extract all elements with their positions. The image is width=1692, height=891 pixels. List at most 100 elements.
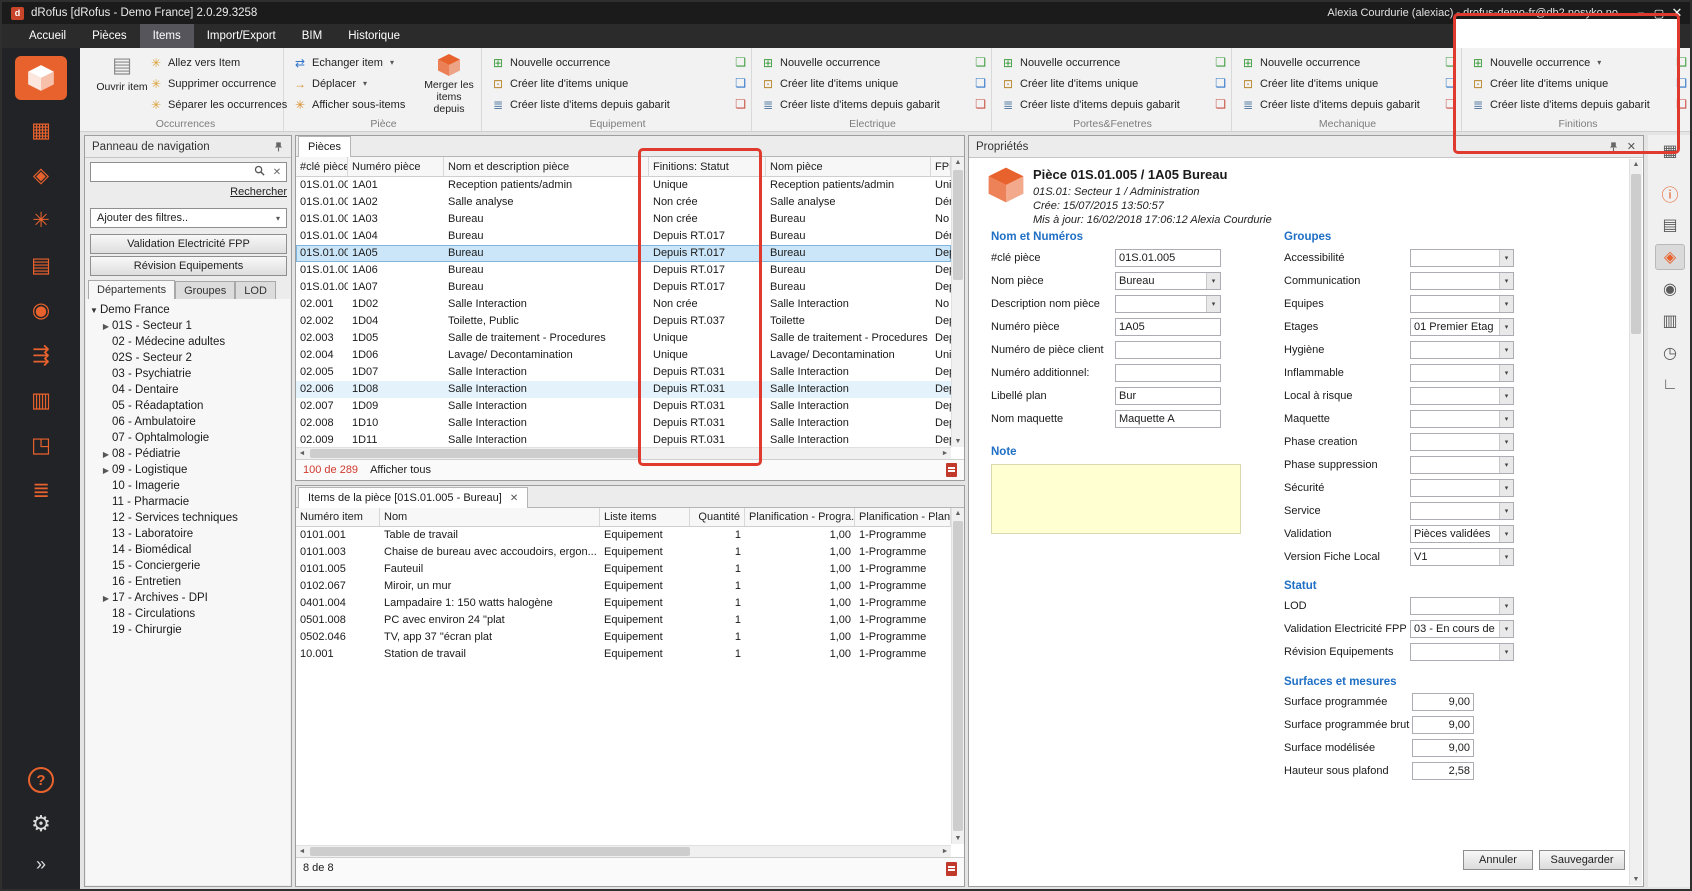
layers-icon[interactable]: ▤ <box>1655 212 1685 238</box>
info-icon[interactable]: ⓘ <box>1655 180 1685 206</box>
table-row[interactable]: 0101.001 Table de travail Equipement 1 1… <box>296 527 951 544</box>
mini-create-unique-icon[interactable]: ❏ <box>1215 74 1226 93</box>
surface-input[interactable]: 9,00 <box>1412 739 1474 757</box>
chevron-down-icon[interactable]: ▾ <box>1499 549 1513 565</box>
tree-item[interactable]: ▶ 10 - Imagerie <box>86 478 290 494</box>
mini-new-occurrence-icon[interactable]: ❏ <box>1445 53 1456 72</box>
table-row[interactable]: 02.003 1D05 Salle de traitement - Proced… <box>296 330 951 347</box>
ribbon-command[interactable]: ⊞ Nouvelle occurrence ▾ <box>761 52 940 73</box>
mini-create-template-icon[interactable]: ❏ <box>1676 95 1687 114</box>
chevron-down-icon[interactable]: ▾ <box>1499 411 1513 427</box>
show-all-link[interactable]: Afficher tous <box>370 464 431 476</box>
mini-create-template-icon[interactable]: ❏ <box>1445 95 1456 114</box>
pin-icon[interactable] <box>273 141 284 153</box>
field-input[interactable]: ▾ <box>1115 341 1221 359</box>
sidebar-buildings-icon[interactable]: ▥ <box>21 385 61 415</box>
search-input[interactable] <box>91 164 250 180</box>
tree-item[interactable]: ▶ 07 - Ophtalmologie <box>86 430 290 446</box>
chevron-down-icon[interactable]: ▾ <box>1499 434 1513 450</box>
tree-item[interactable]: ▶ 04 - Dentaire <box>86 382 290 398</box>
scroll-down-icon[interactable]: ▼ <box>955 833 962 844</box>
ribbon-command[interactable]: ⊞ Nouvelle occurrence ▾ <box>1241 52 1420 73</box>
chevron-down-icon[interactable]: ▾ <box>1499 457 1513 473</box>
chevron-down-icon[interactable]: ▾ <box>1499 621 1513 637</box>
mini-create-unique-icon[interactable]: ❏ <box>975 74 986 93</box>
tree-item[interactable]: ▶ 02S - Secteur 2 <box>86 350 290 366</box>
close-panel-icon[interactable]: ✕ <box>1627 140 1636 153</box>
sidebar-finance-icon[interactable]: ◉ <box>21 295 61 325</box>
table-row[interactable]: 0401.004 Lampadaire 1: 150 watts halogèn… <box>296 595 951 612</box>
table-row[interactable]: 10.001 Station de travail Equipement 1 1… <box>296 646 951 663</box>
surface-input[interactable]: 9,00 <box>1412 693 1474 711</box>
cancel-button[interactable]: Annuler <box>1463 850 1533 870</box>
table-row[interactable]: 02.005 1D07 Salle Interaction Depuis RT.… <box>296 364 951 381</box>
column-header-liste-items[interactable]: Liste items <box>600 508 690 526</box>
mini-new-occurrence-icon[interactable]: ❏ <box>1215 53 1226 72</box>
chevron-down-icon[interactable]: ▾ <box>1499 273 1513 289</box>
table-row[interactable]: 0501.008 PC avec environ 24 "plat Equipe… <box>296 612 951 629</box>
table-row[interactable]: 0102.067 Miroir, un mur Equipement 1 1,0… <box>296 578 951 595</box>
document-icon[interactable]: ▥ <box>1655 308 1685 334</box>
tree-item[interactable]: ▶ 11 - Pharmacie <box>86 494 290 510</box>
column-header-planification-planificat[interactable]: Planification - Planificat... <box>855 508 951 526</box>
chevron-down-icon[interactable]: ▾ <box>1499 388 1513 404</box>
tree-item[interactable]: ▶ 13 - Laboratoire <box>86 526 290 542</box>
chevron-down-icon[interactable]: ▾ <box>1206 273 1220 289</box>
report-icon[interactable] <box>946 463 957 477</box>
chevron-down-icon[interactable]: ▾ <box>1499 342 1513 358</box>
report-icon[interactable] <box>946 862 957 876</box>
sidebar-systems-icon[interactable]: ✳ <box>21 205 61 235</box>
history-clock-icon[interactable]: ◷ <box>1655 340 1685 366</box>
mini-new-occurrence-icon[interactable]: ❏ <box>975 53 986 72</box>
statut-select[interactable]: ▾ <box>1410 643 1514 661</box>
scroll-up-icon[interactable]: ▲ <box>955 157 962 168</box>
ribbon-command[interactable]: ✳ Afficher sous-items ▾ <box>293 94 405 115</box>
chevron-down-icon[interactable]: ▾ <box>1499 644 1513 660</box>
tree-item[interactable]: ▶ 18 - Circulations <box>86 606 290 622</box>
column-header-planification-programme[interactable]: Planification - Progra... <box>745 508 855 526</box>
tree-item[interactable]: ▶ 02 - Médecine adultes <box>86 334 290 350</box>
scroll-right-icon[interactable]: ► <box>939 450 951 457</box>
table-row[interactable]: 02.006 1D08 Salle Interaction Depuis RT.… <box>296 381 951 398</box>
chevron-down-icon[interactable]: ▾ <box>1499 503 1513 519</box>
minimize-button[interactable]: – <box>1632 7 1650 19</box>
tree-item[interactable]: ▶ 14 - Biomédical <box>86 542 290 558</box>
field-input[interactable]: ▾ <box>1115 295 1221 313</box>
tab-items-de-la-piece[interactable]: Items de la pièce [01S.01.005 - Bureau] … <box>298 487 528 508</box>
table-row[interactable]: 0101.005 Fauteuil Equipement 1 1,00 1-Pr… <box>296 561 951 578</box>
maximize-button[interactable]: ▢ <box>1650 7 1668 20</box>
tree-item[interactable]: ▶ 06 - Ambulatoire <box>86 414 290 430</box>
table-row[interactable]: 01S.01.003 1A03 Bureau Non crée Bureau N… <box>296 211 951 228</box>
validation-electricite-button[interactable]: Validation Electricité FPP <box>90 234 287 254</box>
tree-item[interactable]: ▶ 09 - Logistique <box>86 462 290 478</box>
group-select[interactable]: ▾ <box>1410 249 1514 267</box>
nav-tab-groupes[interactable]: Groupes <box>175 281 235 299</box>
table-row[interactable]: 01S.01.004 1A04 Bureau Depuis RT.017 Bur… <box>296 228 951 245</box>
chevron-down-icon[interactable]: ▾ <box>1499 526 1513 542</box>
pin-icon[interactable] <box>1608 141 1619 153</box>
tree-item[interactable]: ▶ 01S - Secteur 1 <box>86 318 290 334</box>
surface-input[interactable]: 9,00 <box>1412 716 1474 734</box>
save-button[interactable]: Sauvegarder <box>1539 850 1625 870</box>
close-tab-icon[interactable]: ✕ <box>510 493 518 504</box>
ribbon-command[interactable]: ⇄ Echanger item ▾ <box>293 52 405 73</box>
column-header-finitions-statut[interactable]: Finitions: Statut <box>649 157 766 176</box>
column-header-nom-piece[interactable]: Nom pièce <box>766 157 931 176</box>
chevron-down-icon[interactable]: ▾ <box>1499 250 1513 266</box>
expand-strip-icon[interactable]: » <box>21 849 61 879</box>
table-row[interactable]: 0101.003 Chaise de bureau avec accoudoir… <box>296 544 951 561</box>
tree-item[interactable]: ▶ 19 - Chirurgie <box>86 622 290 638</box>
ribbon-command[interactable]: ⊡ Créer lite d'items unique ▾ <box>1001 73 1180 94</box>
tree-item[interactable]: ▶ 12 - Services techniques <box>86 510 290 526</box>
ribbon-command[interactable]: ≣ Créer liste d'items depuis gabarit ▾ <box>491 94 670 115</box>
tree-item[interactable]: ▶ 05 - Réadaptation <box>86 398 290 414</box>
ribbon-command[interactable]: ⊡ Créer lite d'items unique ▾ <box>491 73 670 94</box>
tree-item[interactable]: ▶ 08 - Pédiatrie <box>86 446 290 462</box>
group-select[interactable]: ▾ <box>1410 456 1514 474</box>
tab-pieces[interactable]: Pièces <box>298 136 351 157</box>
table-row[interactable]: 01S.01.007 1A07 Bureau Depuis RT.017 Bur… <box>296 279 951 296</box>
sidebar-documents-icon[interactable]: ≣ <box>21 475 61 505</box>
column-header-nom[interactable]: Nom <box>380 508 600 526</box>
sidebar-logistics-icon[interactable]: ⇶ <box>21 340 61 370</box>
chevron-down-icon[interactable]: ▾ <box>1499 480 1513 496</box>
